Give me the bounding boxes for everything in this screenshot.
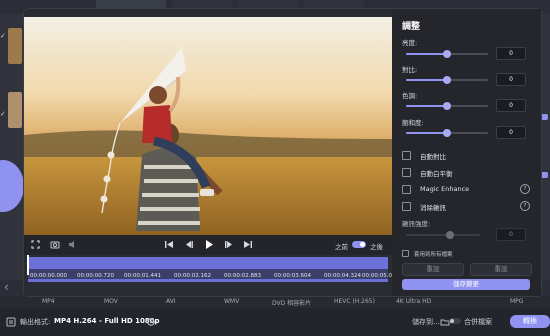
- magic-enhance-option[interactable]: Magic Enhance ?: [402, 184, 532, 194]
- magic-enhance-label: Magic Enhance: [420, 185, 470, 193]
- auto-contrast-label: 自動對比: [420, 153, 446, 161]
- auto-white-balance-option[interactable]: 自動白平衡: [402, 167, 532, 178]
- format-tab[interactable]: HEVC (H.265): [334, 298, 375, 305]
- auto-contrast-option[interactable]: 自動對比: [402, 150, 532, 161]
- panel-title: 調整: [402, 22, 421, 32]
- timeline-progress: [28, 279, 388, 282]
- save-to-button[interactable]: 儲存到...: [412, 317, 440, 327]
- video-preview: [24, 17, 392, 235]
- denoise-strength-knob[interactable]: [446, 231, 454, 239]
- denoise-strength-label: 雜訊強度:: [402, 220, 431, 228]
- file-thumbnail[interactable]: [8, 28, 22, 64]
- adjust-panel: 調整 亮度: 0 對比: 0 色調: 0 飽和度: 0 自動對比 自動白平衡 M…: [392, 9, 541, 296]
- volume-icon[interactable]: [68, 240, 78, 249]
- denoise-strength-slider[interactable]: [406, 231, 480, 239]
- convert-button[interactable]: 轉換: [510, 315, 550, 328]
- previous-frame-icon[interactable]: [184, 240, 194, 249]
- denoise-label: 消除雜訊: [420, 204, 446, 212]
- file-thumbnail[interactable]: [8, 92, 22, 128]
- auto-white-balance-label: 自動白平衡: [420, 170, 453, 178]
- format-tab[interactable]: DVD 相容影片: [272, 298, 311, 307]
- next-frame-icon[interactable]: [224, 240, 234, 249]
- reset-button-right[interactable]: 重設: [470, 263, 532, 276]
- brightness-value-field[interactable]: 0: [496, 47, 526, 60]
- denoise-option[interactable]: 消除雜訊 ?: [402, 201, 532, 212]
- apply-all-label: 套用到所有檔案: [414, 252, 453, 258]
- magic-enhance-checkbox[interactable]: [402, 185, 411, 194]
- brightness-slider-knob[interactable]: [443, 50, 451, 58]
- saturation-slider[interactable]: [406, 129, 488, 137]
- apply-all-option[interactable]: 套用到所有檔案: [402, 249, 532, 259]
- denoise-checkbox[interactable]: [402, 202, 411, 211]
- timeline[interactable]: 00:00:00.000 00:00:00.720 00:00:01.441 0…: [24, 255, 399, 296]
- saturation-value-field[interactable]: 0: [496, 126, 526, 139]
- player-controls: 之前 之後: [24, 235, 392, 255]
- format-tab[interactable]: MP4: [42, 298, 55, 305]
- output-format-label: 輸出格式:: [20, 318, 51, 326]
- brightness-slider-fill: [406, 53, 447, 55]
- auto-contrast-checkbox[interactable]: [402, 151, 411, 160]
- scroll-left-icon[interactable]: ‹: [4, 280, 9, 294]
- camera-icon[interactable]: [50, 240, 60, 249]
- after-label: 之後: [370, 243, 383, 251]
- check-icon: ✓: [0, 32, 6, 40]
- output-format-value[interactable]: MP4 H.264 - Full HD 1080p: [54, 317, 160, 325]
- format-tabs: MP4 MOV AVI WMV DVD 相容影片 HEVC (H.265) 4K…: [0, 296, 550, 308]
- fullscreen-icon[interactable]: [31, 240, 40, 249]
- format-tab[interactable]: WMV: [224, 298, 239, 305]
- reset-button-left[interactable]: 重設: [402, 263, 464, 276]
- hue-value-field[interactable]: 0: [496, 99, 526, 112]
- background-accent-blob: [0, 160, 24, 212]
- denoise-help-icon[interactable]: ?: [520, 201, 530, 211]
- format-tab[interactable]: 4K Ultra HD: [396, 298, 431, 305]
- before-after-toggle[interactable]: [352, 241, 366, 248]
- before-label: 之前: [335, 243, 348, 251]
- brightness-label: 亮度:: [402, 39, 418, 47]
- brightness-slider[interactable]: [406, 50, 488, 58]
- bottom-bar: 輸出格式: MP4 H.264 - Full HD 1080p 儲存到... 合…: [0, 308, 550, 336]
- format-tab[interactable]: AVI: [166, 298, 176, 305]
- saturation-slider-fill: [406, 132, 447, 134]
- merge-toggle[interactable]: [449, 318, 461, 324]
- play-icon[interactable]: [204, 239, 214, 250]
- saturation-label: 飽和度:: [402, 119, 424, 127]
- adjust-dialog: 之前 之後 00:00:00.000 00:00:00.720 00:00:01…: [24, 9, 541, 296]
- format-tab[interactable]: MPG: [510, 298, 523, 305]
- check-icon: ✓: [0, 110, 6, 118]
- contrast-slider-fill: [406, 79, 447, 81]
- hue-slider-knob[interactable]: [443, 102, 451, 110]
- saturation-slider-knob[interactable]: [443, 129, 451, 137]
- contrast-value-field[interactable]: 0: [496, 73, 526, 86]
- format-tab[interactable]: MOV: [104, 298, 118, 305]
- contrast-slider-knob[interactable]: [443, 76, 451, 84]
- skip-to-end-icon[interactable]: [243, 240, 253, 249]
- skip-to-start-icon[interactable]: [164, 240, 174, 249]
- auto-white-balance-checkbox[interactable]: [402, 168, 411, 177]
- apply-all-checkbox[interactable]: [402, 250, 409, 257]
- magic-enhance-help-icon[interactable]: ?: [520, 184, 530, 194]
- denoise-strength-value[interactable]: 0: [496, 228, 526, 241]
- merge-files-label: 合併檔案: [464, 318, 492, 326]
- background-file-list: ✓ ✓ ‹: [0, 14, 24, 294]
- gear-icon[interactable]: [146, 317, 156, 327]
- contrast-label: 對比:: [402, 66, 418, 74]
- hue-label: 色調:: [402, 92, 418, 100]
- output-icon: [6, 317, 16, 327]
- hue-slider[interactable]: [406, 102, 488, 110]
- contrast-slider[interactable]: [406, 76, 488, 84]
- video-frame-image: [24, 17, 392, 235]
- playhead[interactable]: [27, 255, 29, 275]
- save-changes-button[interactable]: 儲存變更: [402, 279, 530, 290]
- hue-slider-fill: [406, 105, 447, 107]
